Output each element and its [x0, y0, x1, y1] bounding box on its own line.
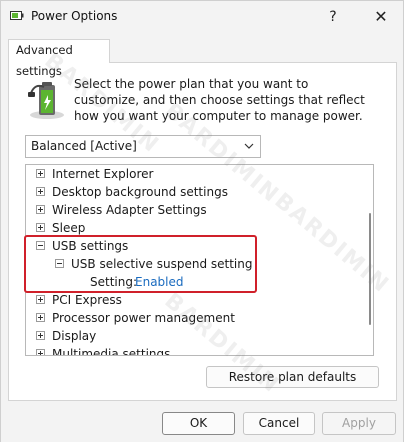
- power-options-app-icon: [10, 11, 24, 20]
- expand-icon[interactable]: [36, 331, 45, 340]
- tree-item-label: Multimedia settings: [52, 347, 171, 356]
- title-bar: Power Options ? ✕: [1, 1, 403, 33]
- ok-button[interactable]: OK: [162, 412, 235, 435]
- expand-icon[interactable]: [36, 187, 45, 196]
- expand-icon[interactable]: [36, 295, 45, 304]
- tree-item-label: Display: [52, 329, 97, 343]
- expand-icon[interactable]: [36, 349, 45, 355]
- restore-plan-defaults-button[interactable]: Restore plan defaults: [206, 366, 379, 388]
- expand-icon[interactable]: [36, 169, 45, 178]
- tree-scrollbar-thumb[interactable]: [369, 213, 371, 325]
- usb-settings-highlight-box: [24, 235, 257, 293]
- plan-description: Select the power plan that you want to c…: [74, 77, 365, 123]
- cancel-button[interactable]: Cancel: [243, 412, 315, 435]
- expand-icon[interactable]: [36, 313, 45, 322]
- tab-advanced-settings[interactable]: Advanced settings: [8, 39, 110, 78]
- chevron-down-icon: [244, 143, 254, 149]
- close-button[interactable]: ✕: [366, 5, 396, 29]
- power-plan-value: Balanced [Active]: [31, 139, 137, 153]
- tree-item-label: Wireless Adapter Settings: [52, 203, 207, 217]
- help-button[interactable]: ?: [318, 5, 348, 29]
- battery-power-icon: [28, 82, 64, 119]
- apply-button[interactable]: Apply: [322, 412, 396, 435]
- tree-item-label: Internet Explorer: [52, 167, 154, 181]
- tree-item-label: Processor power management: [52, 311, 235, 325]
- expand-icon[interactable]: [36, 223, 45, 232]
- tree-item-label: Desktop background settings: [52, 185, 228, 199]
- expand-icon[interactable]: [36, 205, 45, 214]
- tree-item-label: PCI Express: [52, 293, 122, 307]
- window-title: Power Options: [31, 9, 118, 23]
- power-options-window: Power Options ? ✕ Advanced settings Sele…: [0, 0, 404, 442]
- power-plan-select[interactable]: Balanced [Active]: [25, 135, 261, 158]
